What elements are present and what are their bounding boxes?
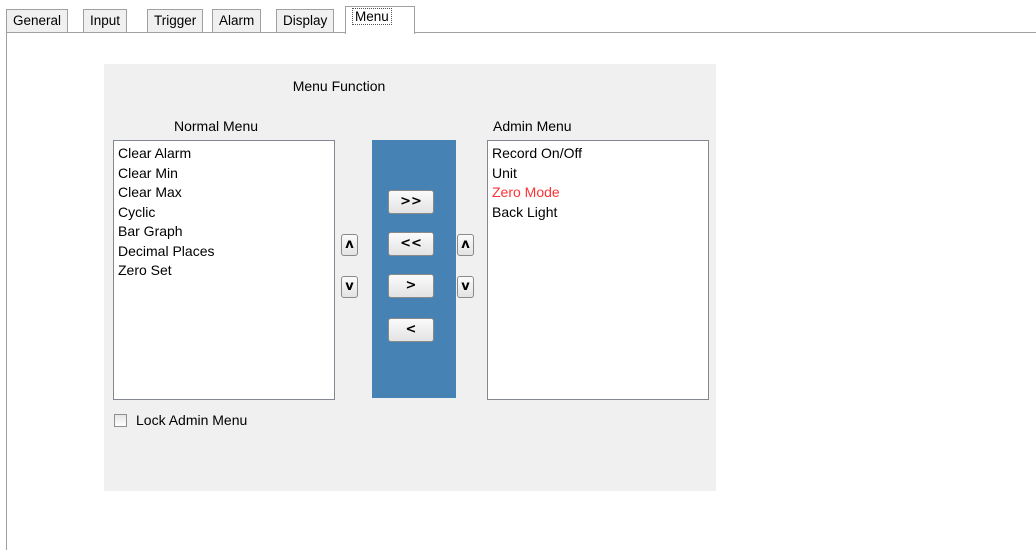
tab-menu-label: Menu [352, 8, 392, 25]
admin-menu-list[interactable]: Record On/Off Unit Zero Mode Back Light [487, 140, 709, 400]
transfer-panel: >> << > < [372, 140, 456, 398]
normal-menu-item[interactable]: Cyclic [118, 203, 330, 223]
move-all-left-button[interactable]: << [388, 232, 434, 256]
admin-menu-up-button[interactable]: ʌ [457, 234, 474, 256]
tab-menu[interactable]: Menu [345, 6, 415, 34]
normal-menu-down-button[interactable]: v [341, 276, 358, 298]
admin-menu-item[interactable]: Record On/Off [492, 144, 704, 164]
normal-menu-item[interactable]: Decimal Places [118, 242, 330, 262]
normal-menu-item[interactable]: Zero Set [118, 261, 330, 281]
tab-display[interactable]: Display [276, 9, 335, 33]
tab-trigger-label: Trigger [154, 13, 197, 28]
tab-alarm-label: Alarm [219, 13, 255, 28]
normal-menu-item[interactable]: Clear Max [118, 183, 330, 203]
admin-menu-item[interactable]: Unit [492, 164, 704, 184]
normal-menu-item[interactable]: Bar Graph [118, 222, 330, 242]
normal-menu-item[interactable]: Clear Min [118, 164, 330, 184]
lock-admin-menu-label: Lock Admin Menu [136, 412, 248, 428]
tab-general[interactable]: General [6, 9, 69, 33]
tab-display-label: Display [283, 13, 328, 28]
normal-menu-up-button[interactable]: ʌ [341, 234, 358, 256]
tab-strip: General Input Trigger Alarm Display Menu [0, 6, 1036, 34]
normal-menu-title: Normal Menu [174, 118, 259, 134]
admin-menu-title: Admin Menu [493, 118, 572, 134]
menu-function-title: Menu Function [292, 78, 386, 94]
tab-trigger[interactable]: Trigger [147, 9, 204, 33]
settings-window: General Input Trigger Alarm Display Menu… [0, 0, 1036, 550]
move-right-button[interactable]: > [388, 274, 434, 298]
tab-alarm[interactable]: Alarm [212, 9, 262, 33]
normal-menu-item[interactable]: Clear Alarm [118, 144, 330, 164]
lock-admin-menu-row[interactable]: Lock Admin Menu [114, 412, 247, 428]
menu-function-panel: Menu Function Normal Menu Clear Alarm Cle… [104, 64, 716, 491]
tab-input[interactable]: Input [83, 9, 128, 33]
admin-menu-item[interactable]: Zero Mode [492, 183, 704, 203]
lock-admin-menu-checkbox[interactable] [114, 413, 127, 427]
admin-menu-down-button[interactable]: v [457, 276, 474, 298]
tab-general-label: General [13, 13, 62, 28]
normal-menu-list[interactable]: Clear Alarm Clear Min Clear Max Cyclic Bar G… [113, 140, 335, 400]
move-left-button[interactable]: < [388, 318, 434, 342]
move-all-right-button[interactable]: >> [388, 190, 434, 214]
tab-input-label: Input [90, 13, 121, 28]
admin-menu-item[interactable]: Back Light [492, 203, 704, 223]
